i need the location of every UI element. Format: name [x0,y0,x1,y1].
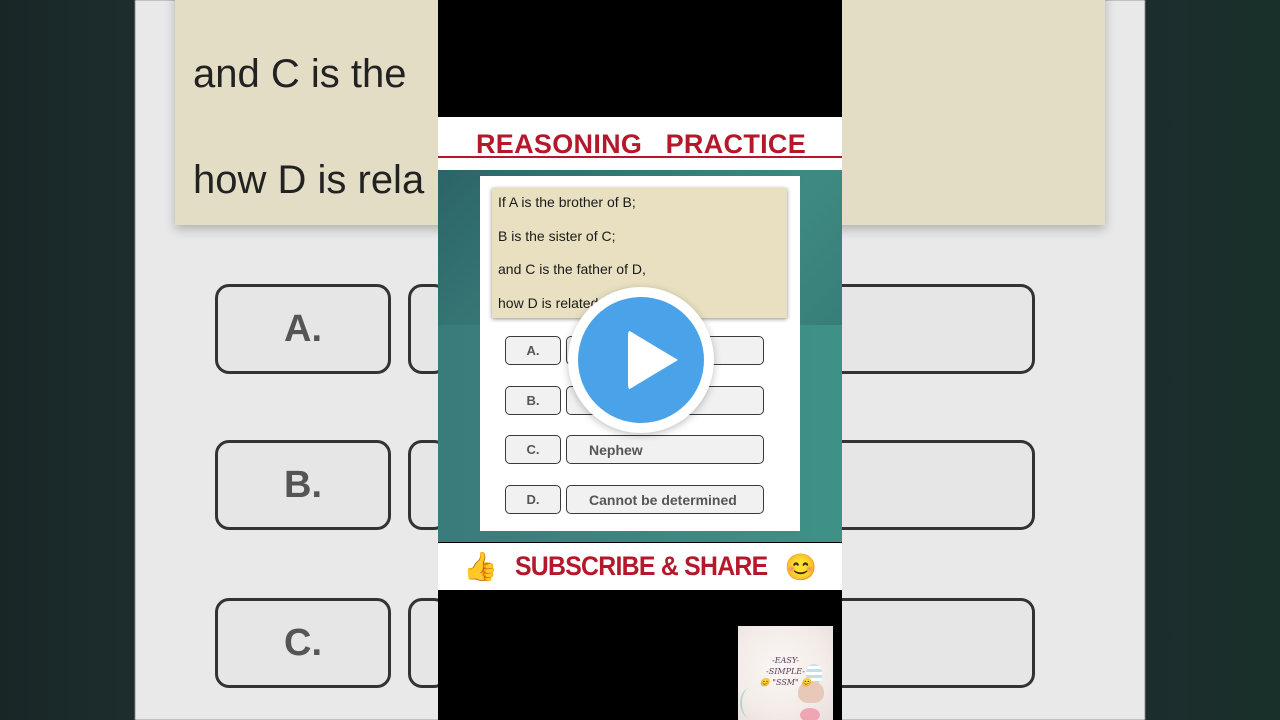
option-answer: Cannot be determined [566,485,764,514]
option-letter: B. [505,386,561,415]
background-note-line: how D is rela [193,158,425,202]
background-option-answer [832,440,1035,530]
logo-line: -EASY- [772,656,799,665]
title-underline [438,156,842,158]
background-option-letter: A. [215,284,391,374]
option-letter: D. [505,485,561,514]
background-note-line: and C is the [193,52,407,96]
background-option-letter: C. [215,598,391,688]
background-option-answer [832,284,1035,374]
logo-line: -SIMPLE- [766,667,805,676]
play-icon [628,330,678,390]
background-option-answer [832,598,1035,688]
easter-egg-icon [800,708,820,720]
question-line: If A is the brother of B; [498,194,636,210]
question-line: B is the sister of C; [498,227,616,244]
option-letter: C. [505,435,561,464]
option-d: D. Cannot be determined [505,485,765,514]
background-option-letter: B. [215,440,391,530]
play-button-circle [578,297,704,423]
option-c: C. Nephew [505,435,765,464]
thumbs-up-icon: 👍 [463,550,499,582]
logo-line: 😊 "SSM" 😊 [759,678,812,687]
subscribe-banner: 👍 SUBSCRIBE & SHARE 😊 [438,543,842,590]
subscribe-text: SUBSCRIBE & SHARE [515,551,768,581]
channel-logo[interactable]: -EASY- -SIMPLE- 😊 "SSM" 😊 [738,626,833,720]
video-player: and C is the how D is rela A. B. C. REAS… [0,0,1280,720]
leaf-decoration-icon [740,688,760,718]
smile-icon: 😊 [784,551,817,582]
option-answer: Nephew [566,435,764,464]
option-letter: A. [505,336,561,365]
title-banner: REASONING PRACTICE [438,117,842,170]
play-button[interactable] [568,287,714,433]
